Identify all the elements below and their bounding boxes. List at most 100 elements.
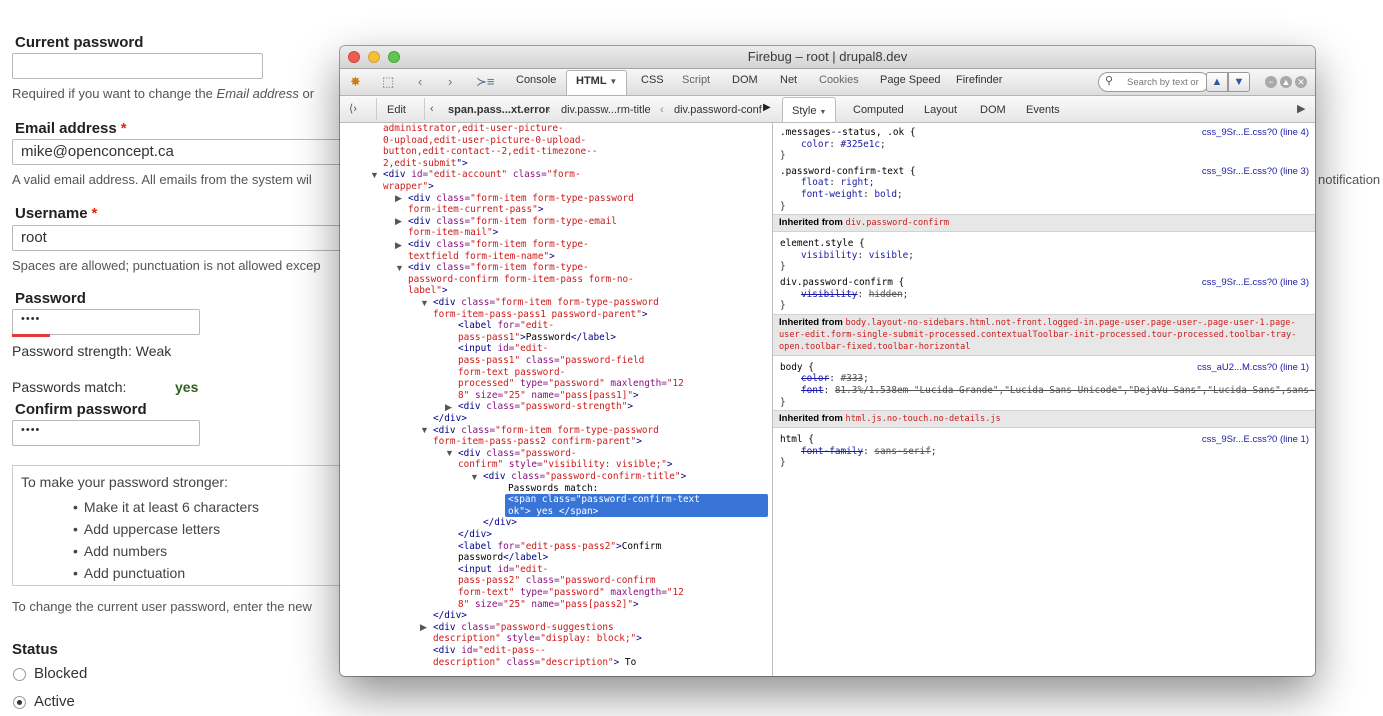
detach-firebug-icon[interactable]: ▲ [1280, 76, 1292, 88]
breadcrumb-item[interactable]: div.password-confir [674, 104, 762, 116]
tab-page-speed[interactable]: Page Speed [880, 74, 941, 86]
breadcrumb-item[interactable]: span.pass...xt.error [448, 104, 550, 116]
css-property[interactable]: visibility: visible; [801, 250, 914, 262]
html-node-line[interactable]: description" style="display: block;"> [433, 633, 642, 645]
breadcrumb-scroll-right-icon[interactable]: ▶ [763, 102, 771, 113]
html-node-line[interactable]: 8" size="25" name="pass[pass1]"> [458, 390, 639, 402]
html-node-line[interactable]: <div class="password- [458, 448, 577, 460]
username-field[interactable]: root [12, 225, 352, 251]
edit-button[interactable]: Edit [387, 104, 406, 116]
html-node-line[interactable]: wrapper"> [383, 181, 434, 193]
html-node-line[interactable]: form-item-current-pass"> [408, 204, 543, 216]
command-line-icon[interactable]: ≻≡ [476, 74, 494, 90]
tab-script[interactable]: Script [682, 74, 710, 86]
html-node-line[interactable]: processed" type="password" maxlength="12 [458, 378, 684, 390]
expanded-twisty-icon[interactable]: ▼ [370, 170, 379, 180]
css-selector[interactable]: .password-confirm-text { [780, 166, 915, 178]
style-panel[interactable]: .messages--status, .ok { css_9Sr...E.css?… [773, 123, 1315, 676]
css-property[interactable]: font: 81.3%/1.538em "Lucida Grande","Luc… [801, 385, 1315, 397]
back-arrow-icon[interactable]: ‹ [418, 74, 422, 89]
tab-cookies[interactable]: Cookies [819, 74, 859, 86]
html-node-line[interactable]: <input id="edit- [458, 343, 548, 355]
html-node-line[interactable]: password-confirm form-item-pass form-no- [408, 274, 634, 286]
collapsed-twisty-icon[interactable]: ▶ [395, 216, 402, 227]
password-field[interactable]: •••• [12, 309, 200, 335]
title-bar[interactable]: Firebug – root | drupal8.dev [340, 46, 1315, 69]
html-node-selected[interactable]: ok"> yes </span> [505, 505, 768, 518]
html-node-line[interactable]: 8" size="25" name="pass[pass2]"> [458, 599, 639, 611]
expanded-twisty-icon[interactable]: ▼ [420, 425, 429, 435]
html-node-line[interactable]: <div class="form-item form-type-password [433, 297, 659, 309]
status-blocked-label[interactable]: Blocked [34, 665, 87, 682]
collapsed-twisty-icon[interactable]: ▶ [395, 240, 402, 251]
current-password-input[interactable] [12, 53, 263, 79]
status-active-radio[interactable] [13, 696, 26, 709]
close-firebug-icon[interactable]: ✕ [1295, 76, 1307, 88]
html-node-line[interactable]: <label for="edit-pass-pass2">Confirm [458, 541, 661, 553]
search-previous-button[interactable]: ▲ [1206, 72, 1228, 92]
html-node-line[interactable]: Passwords match: [508, 483, 598, 495]
css-source-link[interactable]: css_9Sr...E.css?0 (line 3) [1202, 277, 1309, 288]
html-node-line[interactable]: </div> [458, 529, 492, 541]
inherited-from-link[interactable]: html.js.no-touch.no-details.js [846, 414, 1001, 424]
status-active-label[interactable]: Active [34, 693, 75, 710]
tab-net[interactable]: Net [780, 74, 797, 86]
minimize-firebug-icon[interactable]: − [1265, 76, 1277, 88]
html-node-line[interactable]: form-text" type="password" maxlength="12 [458, 587, 684, 599]
html-node-line[interactable]: administrator,edit-user-picture- [383, 123, 564, 135]
html-node-line[interactable]: form-item-pass-pass2 confirm-parent"> [433, 436, 642, 448]
email-field[interactable]: mike@openconcept.ca [12, 139, 352, 165]
css-property[interactable]: font-weight: bold; [801, 189, 903, 201]
html-node-line[interactable]: </div> [483, 517, 517, 529]
css-source-link[interactable]: css_9Sr...E.css?0 (line 4) [1202, 127, 1309, 138]
inherited-from-link[interactable]: body.layout-no-sidebars.html.not-front.l… [779, 318, 1296, 352]
css-selector[interactable]: body { [780, 362, 814, 374]
html-node-line[interactable]: <div class="password-strength"> [458, 401, 633, 413]
html-node-line[interactable]: <div class="password-confirm-title"> [483, 471, 686, 483]
forward-arrow-icon[interactable]: › [448, 74, 452, 89]
expanded-twisty-icon[interactable]: ▼ [420, 298, 429, 308]
search-input[interactable]: ⚲ Search by text or [1098, 72, 1210, 92]
css-property[interactable]: font-family: sans-serif; [801, 446, 937, 458]
html-node-line[interactable]: textfield form-item-name"> [408, 251, 555, 263]
status-blocked-radio[interactable] [13, 668, 26, 681]
html-node-line[interactable]: <div class="password-suggestions [433, 622, 614, 634]
html-node-selected[interactable]: <span class="password-confirm-text [505, 494, 768, 506]
pin-panel-icon[interactable]: ⟨› [349, 102, 357, 115]
css-selector[interactable]: .messages--status, .ok { [780, 127, 915, 139]
html-node-line[interactable]: label"> [408, 285, 448, 297]
tab-computed[interactable]: Computed [853, 104, 904, 116]
collapsed-twisty-icon[interactable]: ▶ [445, 402, 452, 413]
html-node-line[interactable]: <div class="form-item form-type- [408, 262, 589, 274]
breadcrumb-scroll-left-icon[interactable]: ‹ [430, 103, 434, 115]
css-source-link[interactable]: css_9Sr...E.css?0 (line 3) [1202, 166, 1309, 177]
html-node-line[interactable]: <div id="edit-account" class="form- [383, 169, 581, 181]
inherited-from-link[interactable]: div.password-confirm [846, 218, 949, 228]
tab-style[interactable]: Style ▼ [782, 97, 837, 122]
css-selector[interactable]: div.password-confirm { [780, 277, 904, 289]
tab-css[interactable]: CSS [641, 74, 664, 86]
tab-events[interactable]: Events [1026, 104, 1060, 116]
html-node-line[interactable]: 0-upload,edit-user-picture-0-upload- [383, 135, 586, 147]
html-node-line[interactable]: confirm" style="visibility: visible;"> [458, 459, 673, 471]
collapsed-twisty-icon[interactable]: ▶ [420, 622, 427, 633]
css-property[interactable]: float: right; [801, 177, 874, 189]
expanded-twisty-icon[interactable]: ▼ [445, 448, 454, 458]
html-node-line[interactable]: <div class="form-item form-type-email [408, 216, 617, 228]
search-next-button[interactable]: ▼ [1228, 72, 1250, 92]
css-property[interactable]: visibility: hidden; [801, 289, 908, 301]
html-node-line[interactable]: 2,edit-submit"> [383, 158, 468, 170]
html-node-line[interactable]: button,edit-contact--2,edit-timezone-- [383, 146, 597, 158]
css-selector[interactable]: element.style { [780, 238, 865, 250]
expanded-twisty-icon[interactable]: ▼ [470, 472, 479, 482]
side-tabs-scroll-icon[interactable]: ▶ [1297, 102, 1305, 115]
html-node-line[interactable]: <input id="edit- [458, 564, 548, 576]
html-node-line[interactable]: form-text password- [458, 367, 565, 379]
expanded-twisty-icon[interactable]: ▼ [395, 263, 404, 273]
html-node-line[interactable]: </div> [433, 413, 467, 425]
html-node-line[interactable]: </div> [433, 610, 467, 622]
tab-firefinder[interactable]: Firefinder [956, 74, 1002, 86]
css-source-link[interactable]: css_aU2...M.css?0 (line 1) [1197, 362, 1309, 373]
inspect-element-icon[interactable]: ⬚ [382, 74, 394, 90]
html-node-line[interactable]: <div class="form-item form-type-password [433, 425, 659, 437]
